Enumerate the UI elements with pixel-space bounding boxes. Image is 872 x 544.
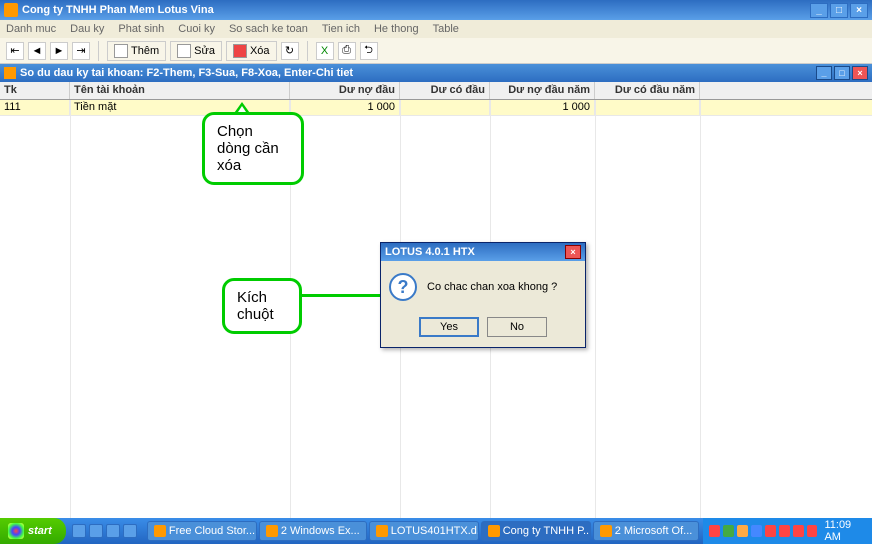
dialog-title: LOTUS 4.0.1 HTX [385, 246, 475, 258]
them-button[interactable]: Thêm [107, 41, 166, 61]
tray-icon[interactable] [779, 525, 790, 537]
task-icon [600, 525, 612, 537]
tray-icon[interactable] [807, 525, 818, 537]
tool-excel-icon[interactable]: X [316, 42, 334, 60]
windows-logo-icon [8, 523, 24, 539]
tray-icon[interactable] [723, 525, 734, 537]
task-buttons: Free Cloud Stor... 2 Windows Ex... LOTUS… [143, 521, 704, 541]
ql-icon[interactable] [123, 524, 137, 538]
task-item[interactable]: Free Cloud Stor... [147, 521, 257, 541]
col-tk[interactable]: Tk [0, 82, 70, 99]
delete-icon [233, 44, 247, 58]
cell-dnd: 1 000 [290, 100, 400, 115]
ql-icon[interactable] [106, 524, 120, 538]
no-button[interactable]: No [487, 317, 547, 337]
cell-dcd [400, 100, 490, 115]
col-dcdn[interactable]: Dư có đầu năm [595, 82, 700, 99]
child-close-button[interactable]: × [852, 66, 868, 80]
tray-icon[interactable] [751, 525, 762, 537]
xoa-button[interactable]: Xóa [226, 41, 277, 61]
tray-icon[interactable] [765, 525, 776, 537]
close-button[interactable]: × [850, 3, 868, 18]
menu-tienich[interactable]: Tien ich [322, 23, 360, 35]
menu-dauky[interactable]: Dau ky [70, 23, 104, 35]
tool-exit-icon[interactable]: ⮌ [360, 42, 378, 60]
table-row[interactable]: 111 Tiền mặt 1 000 1 000 [0, 100, 872, 116]
clock[interactable]: 11:09 AM [824, 519, 865, 543]
task-icon [376, 525, 388, 537]
grid-header: Tk Tên tài khoản Dư nợ đầu Dư có đầu Dư … [0, 82, 872, 100]
edit-icon [177, 44, 191, 58]
main-titlebar: Cong ty TNHH Phan Mem Lotus Vina _ □ × [0, 0, 872, 20]
cell-tk: 111 [0, 100, 70, 115]
dialog-titlebar: LOTUS 4.0.1 HTX × [381, 243, 585, 261]
ql-icon[interactable] [89, 524, 103, 538]
question-icon: ? [389, 273, 417, 301]
tool-last-icon[interactable]: ⇥ [72, 42, 90, 60]
task-item[interactable]: Cong ty TNHH P... [481, 521, 591, 541]
menu-hethong[interactable]: He thong [374, 23, 419, 35]
add-icon [114, 44, 128, 58]
minimize-button[interactable]: _ [810, 3, 828, 18]
child-icon [4, 67, 16, 79]
tool-refresh-icon[interactable]: ↻ [281, 42, 299, 60]
callout-select-row: Chọn dòng cần xóa [202, 112, 304, 185]
menu-sosach[interactable]: So sach ke toan [229, 23, 308, 35]
quick-launch [66, 524, 143, 538]
col-dcd[interactable]: Dư có đầu [400, 82, 490, 99]
tray-icon[interactable] [793, 525, 804, 537]
col-dnd[interactable]: Dư nợ đầu [290, 82, 400, 99]
cell-dndn: 1 000 [490, 100, 595, 115]
task-item[interactable]: LOTUS401HTX.d... [369, 521, 479, 541]
menu-phatsinh[interactable]: Phat sinh [118, 23, 164, 35]
tray-icon[interactable] [737, 525, 748, 537]
sua-button[interactable]: Sửa [170, 41, 222, 61]
tool-prev-icon[interactable]: ◄ [28, 42, 46, 60]
tray-icon[interactable] [709, 525, 720, 537]
child-minimize-button[interactable]: _ [816, 66, 832, 80]
menu-danhmuc[interactable]: Danh muc [6, 23, 56, 35]
dialog-close-button[interactable]: × [565, 245, 581, 259]
task-icon [154, 525, 166, 537]
callout-click: Kích chuột [222, 278, 302, 334]
task-item[interactable]: 2 Microsoft Of... [593, 521, 700, 541]
col-ten[interactable]: Tên tài khoản [70, 82, 290, 99]
child-titlebar: So du dau ky tai khoan: F2-Them, F3-Sua,… [0, 64, 872, 82]
maximize-button[interactable]: □ [830, 3, 848, 18]
menu-cuoiky[interactable]: Cuoi ky [178, 23, 215, 35]
confirm-dialog: LOTUS 4.0.1 HTX × ? Co chac chan xoa kho… [380, 242, 586, 348]
child-title: So du dau ky tai khoan: F2-Them, F3-Sua,… [20, 67, 353, 79]
tool-print-icon[interactable]: ⎙ [338, 42, 356, 60]
dialog-message: Co chac chan xoa khong ? [427, 281, 557, 293]
task-item[interactable]: 2 Windows Ex... [259, 521, 367, 541]
app-icon [4, 3, 18, 17]
menubar: Danh muc Dau ky Phat sinh Cuoi ky So sac… [0, 20, 872, 38]
child-maximize-button[interactable]: □ [834, 66, 850, 80]
system-tray: 11:09 AM [703, 518, 872, 544]
start-button[interactable]: start [0, 518, 66, 544]
task-icon [266, 525, 278, 537]
toolbar: ⇤ ◄ ► ⇥ Thêm Sửa Xóa ↻ X ⎙ ⮌ [0, 38, 872, 64]
tool-next-icon[interactable]: ► [50, 42, 68, 60]
app-title: Cong ty TNHH Phan Mem Lotus Vina [22, 4, 214, 16]
tool-first-icon[interactable]: ⇤ [6, 42, 24, 60]
taskbar: start Free Cloud Stor... 2 Windows Ex...… [0, 518, 872, 544]
col-dndn[interactable]: Dư nợ đầu năm [490, 82, 595, 99]
yes-button[interactable]: Yes [419, 317, 479, 337]
ql-icon[interactable] [72, 524, 86, 538]
task-icon [488, 525, 500, 537]
cell-dcdn [595, 100, 700, 115]
menu-table[interactable]: Table [433, 23, 459, 35]
